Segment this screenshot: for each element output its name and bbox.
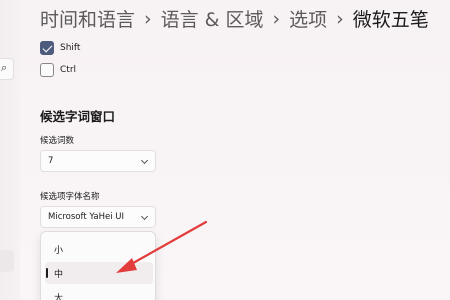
annotation-arrow-icon (116, 220, 208, 273)
